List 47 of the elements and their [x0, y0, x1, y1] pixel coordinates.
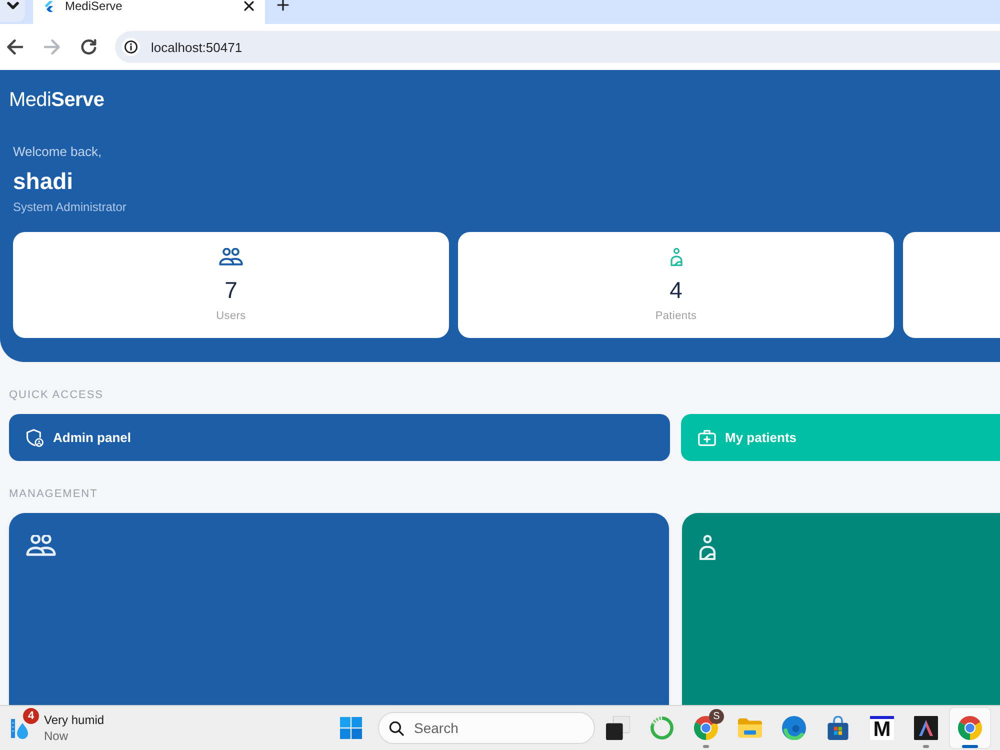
swirl-icon	[782, 716, 806, 740]
taskbar-button[interactable]: S	[686, 708, 726, 748]
section-title: MANAGEMENT	[9, 487, 98, 501]
stacked-squares-icon	[606, 716, 630, 740]
user-name: shadi	[13, 168, 74, 194]
plus-icon	[277, 0, 289, 11]
segmented-circle-icon	[958, 716, 982, 740]
notification-badge: 4	[23, 708, 39, 724]
browser-tab[interactable]: MediServe	[33, 0, 265, 24]
letter-logo: M	[870, 716, 894, 740]
forward-arrow-icon	[44, 39, 60, 55]
search-icon	[389, 720, 404, 736]
address-field[interactable]: localhost:50471	[115, 31, 1000, 63]
weather-time: Now	[44, 728, 68, 744]
stat-label: Patients	[655, 309, 697, 323]
peak-logo-icon	[914, 716, 938, 740]
person-sling-icon	[699, 535, 716, 560]
slanted-bars-icon	[44, 0, 53, 12]
greeting-text: Welcome back,	[13, 144, 102, 160]
four-pane-icon	[340, 717, 362, 739]
section-title: QUICK ACCESS	[9, 388, 104, 402]
people-icon	[26, 535, 56, 556]
close-tab-button[interactable]	[243, 0, 255, 12]
user-role: System Administrator	[13, 200, 126, 215]
quick-access-button[interactable]: Admin panel	[9, 414, 670, 461]
shield-person-icon	[26, 428, 44, 446]
stat-value: 4	[670, 277, 682, 303]
taskbar-button[interactable]	[950, 708, 990, 748]
weather-text[interactable]: Very humid	[44, 712, 104, 728]
medical-kit-icon	[698, 428, 716, 446]
start-button[interactable]	[340, 717, 362, 739]
chevron-down-icon	[6, 1, 18, 10]
search-field[interactable]: Search	[378, 712, 595, 744]
shopping-bag-icon	[826, 716, 850, 740]
taskbar-button[interactable]: M	[862, 708, 902, 748]
folder-icon	[738, 716, 762, 740]
profile-badge: S	[709, 709, 724, 724]
app-logo: MediServe	[9, 88, 104, 112]
back-arrow-icon	[7, 39, 23, 55]
dotted-ring-icon	[650, 716, 674, 740]
stat-value: 7	[224, 277, 238, 303]
close-icon	[243, 0, 255, 12]
info-icon[interactable]	[122, 38, 140, 56]
tab-search-button[interactable]	[0, 0, 25, 22]
reload-icon	[81, 39, 97, 55]
stat-label: Users	[216, 309, 246, 323]
new-tab-button[interactable]	[277, 0, 289, 11]
